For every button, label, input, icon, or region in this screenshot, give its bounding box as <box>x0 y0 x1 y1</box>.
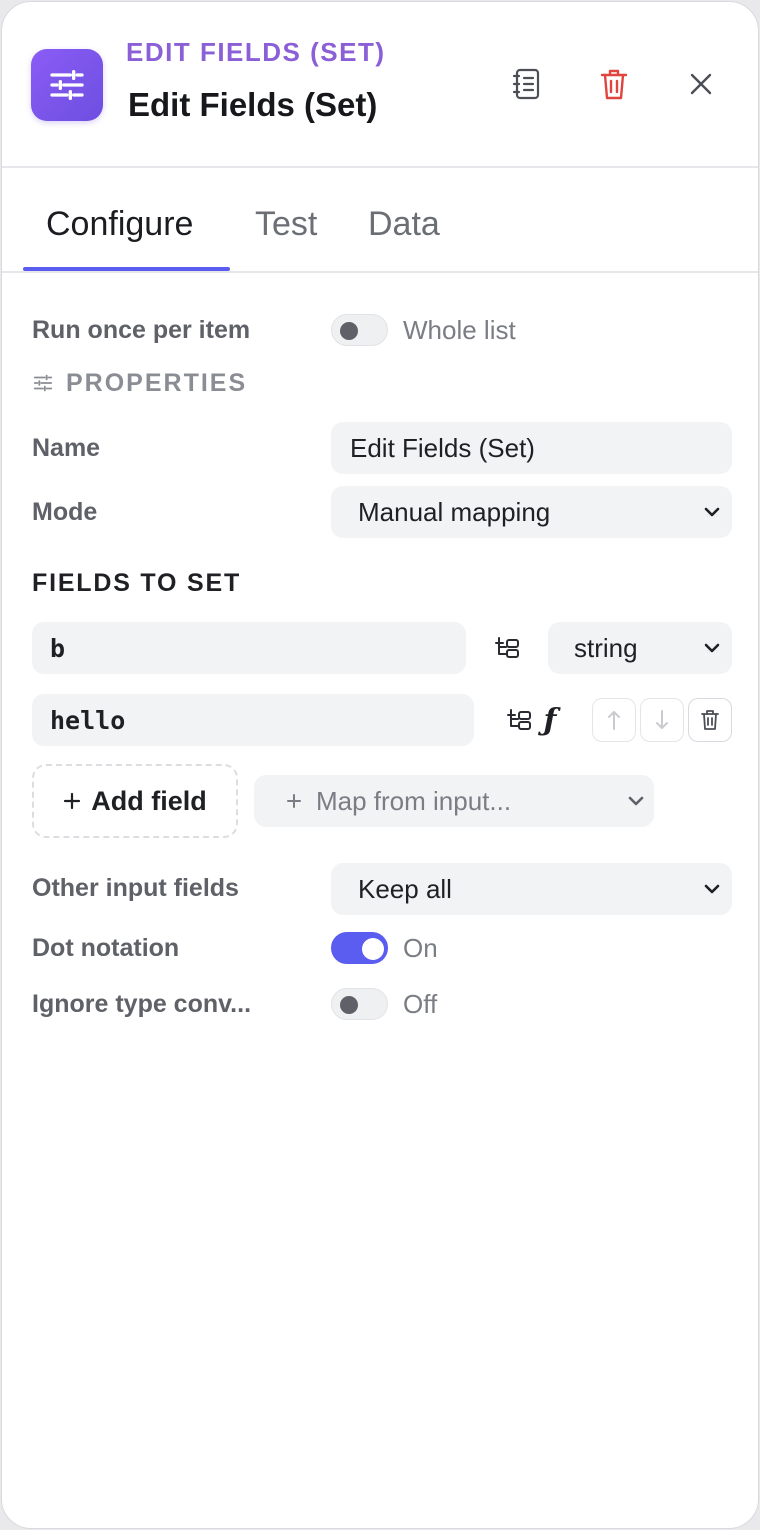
tab-bar: Configure Test Data <box>2 170 758 273</box>
close-icon <box>690 73 712 95</box>
mode-label: Mode <box>32 498 98 526</box>
map-from-input-select[interactable]: Map from input... <box>254 775 654 827</box>
edit-fields-panel: EDIT FIELDS (SET) Edit Fields (Set) Conf… <box>1 1 759 1529</box>
tab-test[interactable]: Test <box>255 205 317 244</box>
ignore-type-conversion-label: Ignore type conv... <box>32 990 252 1018</box>
tab-configure[interactable]: Configure <box>46 205 193 244</box>
trash-icon <box>600 69 628 100</box>
other-input-fields-value: Keep all <box>358 873 452 904</box>
name-input-value: Edit Fields (Set) <box>350 432 535 463</box>
fields-to-set-title: FIELDS TO SET <box>32 569 242 597</box>
field-value-text: hello <box>50 705 126 735</box>
node-type-label: EDIT FIELDS (SET) <box>126 37 386 67</box>
delete-node-button[interactable] <box>590 60 638 108</box>
tab-data[interactable]: Data <box>368 205 440 244</box>
move-up-button[interactable] <box>592 698 636 742</box>
tree-map-icon <box>495 637 519 658</box>
node-title[interactable]: Edit Fields (Set) <box>128 86 377 124</box>
ignore-type-conversion-state: Off <box>403 989 438 1019</box>
field-type-value: string <box>574 632 638 663</box>
mode-select-value: Manual mapping <box>358 496 551 527</box>
map-from-input-placeholder: Map from input... <box>316 785 512 816</box>
chevron-down-icon <box>704 884 720 894</box>
plus-icon <box>287 794 301 808</box>
field-value-input[interactable]: hello <box>32 694 474 746</box>
arrow-down-icon <box>656 710 668 729</box>
tree-map-icon <box>507 709 531 730</box>
field-name-value: b <box>50 633 66 663</box>
mode-select[interactable]: Manual mapping <box>331 486 732 538</box>
other-input-fields-label: Other input fields <box>32 874 239 902</box>
name-input[interactable]: Edit Fields (Set) <box>331 422 732 474</box>
add-field-button[interactable]: Add field <box>32 764 238 838</box>
chevron-down-icon <box>628 796 644 806</box>
trash-icon <box>701 710 719 730</box>
expression-function-icon[interactable]: ƒ <box>537 700 563 740</box>
dot-notation-label: Dot notation <box>32 934 180 962</box>
move-down-button[interactable] <box>640 698 684 742</box>
delete-field-button[interactable] <box>688 698 732 742</box>
chevron-down-icon <box>704 507 720 517</box>
docs-icon <box>512 68 540 100</box>
close-button[interactable] <box>677 60 725 108</box>
dot-notation-state: On <box>403 933 438 963</box>
run-mode-label: Run once per item <box>32 316 251 344</box>
field-name-input[interactable]: b <box>32 622 466 674</box>
active-tab-indicator <box>23 267 230 271</box>
add-field-label: Add field <box>91 785 207 816</box>
field-type-select[interactable]: string <box>548 622 732 674</box>
docs-button[interactable] <box>503 60 551 108</box>
dot-notation-toggle[interactable] <box>331 932 388 964</box>
panel-header: EDIT FIELDS (SET) Edit Fields (Set) <box>2 2 758 168</box>
other-input-fields-select[interactable]: Keep all <box>331 863 732 915</box>
arrow-up-icon <box>608 711 620 730</box>
run-mode-toggle[interactable] <box>331 314 388 346</box>
properties-section-title: PROPERTIES <box>66 369 248 397</box>
drag-mapping-button[interactable] <box>504 704 536 736</box>
ignore-type-conversion-toggle[interactable] <box>331 988 388 1020</box>
properties-icon <box>33 374 53 392</box>
plus-icon <box>64 792 81 810</box>
chevron-down-icon <box>704 643 720 653</box>
sliders-icon <box>31 49 103 121</box>
name-label: Name <box>32 434 101 462</box>
run-mode-toggle-text: Whole list <box>403 315 516 345</box>
drag-mapping-button[interactable] <box>492 632 524 664</box>
